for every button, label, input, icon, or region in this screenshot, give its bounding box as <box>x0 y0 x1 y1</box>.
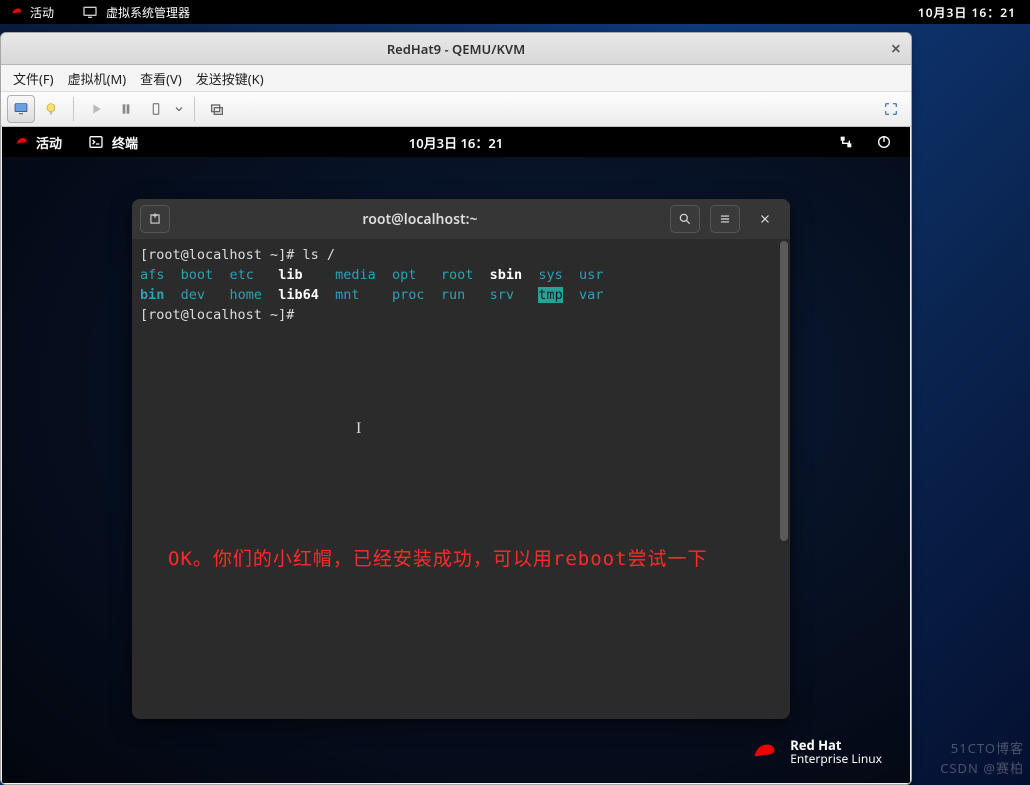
host-app-vmm[interactable]: 虚拟系统管理器 <box>82 4 190 21</box>
guest-time: 10月3日 16：21 <box>409 133 503 152</box>
menu-sendkeys[interactable]: 发送按键(K) <box>192 67 268 90</box>
watermark2: 51CTO博客 <box>951 738 1024 757</box>
lightbulb-icon <box>43 101 59 117</box>
host-topbar: 活动 虚拟系统管理器 10月3日 16：21 <box>0 0 1030 24</box>
shutdown-button[interactable] <box>142 95 170 123</box>
toolbar-separator-2 <box>194 97 195 121</box>
terminal-icon <box>88 134 104 150</box>
network-icon <box>838 134 854 150</box>
redhat-icon <box>10 5 24 19</box>
search-button[interactable] <box>670 205 700 233</box>
host-app-label: 虚拟系统管理器 <box>106 4 190 21</box>
guest-activities-label: 活动 <box>36 133 62 152</box>
vm-title: RedHat9 - QEMU/KVM <box>387 40 525 58</box>
vmm-icon <box>82 4 98 20</box>
play-icon <box>88 101 104 117</box>
run-button[interactable] <box>82 95 110 123</box>
fullscreen-icon <box>883 101 899 117</box>
chevron-down-icon <box>173 101 185 117</box>
watermark: CSDN @赛柏 <box>940 758 1024 777</box>
redhat-brand: Red Hat Enterprise Linux <box>750 737 882 767</box>
brand-line2: Enterprise Linux <box>790 752 882 766</box>
terminal-line-prompt1: [root@localhost ~]# ls / <box>140 245 782 265</box>
host-time: 10月3日 16：21 <box>904 4 1030 21</box>
terminal-ls-row1: afs boot etc lib media opt root sbin sys… <box>140 265 782 285</box>
search-icon <box>678 212 692 226</box>
guest-status-area[interactable] <box>838 134 910 150</box>
toolbar-separator <box>73 97 74 121</box>
snapshot-button[interactable] <box>203 95 231 123</box>
terminal-ls-row2: bin dev home lib64 mnt proc run srv tmp … <box>140 285 782 305</box>
vm-titlebar[interactable]: RedHat9 - QEMU/KVM × <box>1 33 911 65</box>
redhat-logo-icon <box>750 737 780 767</box>
guest-app-terminal[interactable]: 终端 <box>88 133 138 152</box>
device-icon <box>148 101 164 117</box>
vm-menubar: 文件(F) 虚拟机(M) 查看(V) 发送按键(K) <box>1 65 911 91</box>
redhat-icon <box>14 134 30 150</box>
snapshot-icon <box>209 101 225 117</box>
vm-close-button[interactable]: × <box>891 37 901 61</box>
annotation-text: OK。你们的小红帽，已经安装成功，可以用reboot尝试一下 <box>168 549 708 569</box>
terminal-window: root@localhost:~ [root@localhost ~]# ls … <box>132 199 790 719</box>
terminal-title: root@localhost:~ <box>170 210 670 229</box>
hamburger-icon <box>718 212 732 226</box>
terminal-line-prompt2: [root@localhost ~]# <box>140 305 782 325</box>
pause-button[interactable] <box>112 95 140 123</box>
newtab-icon <box>148 212 162 226</box>
host-activities[interactable]: 活动 <box>0 4 64 21</box>
menu-button[interactable] <box>710 205 740 233</box>
pause-icon <box>118 101 134 117</box>
vm-toolbar <box>1 91 911 127</box>
terminal-body[interactable]: [root@localhost ~]# ls / afs boot etc li… <box>132 239 790 719</box>
close-icon <box>758 212 772 226</box>
fullscreen-button[interactable] <box>877 95 905 123</box>
close-terminal-button[interactable] <box>750 205 780 233</box>
menu-view[interactable]: 查看(V) <box>136 67 186 90</box>
power-icon <box>876 134 892 150</box>
info-button[interactable] <box>37 95 65 123</box>
terminal-header[interactable]: root@localhost:~ <box>132 199 790 239</box>
scrollbar-thumb[interactable] <box>780 241 788 541</box>
terminal-scrollbar[interactable] <box>780 241 788 717</box>
host-activities-label: 活动 <box>30 4 54 21</box>
guest-topbar: 活动 终端 10月3日 16：21 <box>2 127 910 157</box>
new-tab-button[interactable] <box>140 205 170 233</box>
menu-file[interactable]: 文件(F) <box>9 67 58 90</box>
guest-activities[interactable]: 活动 <box>2 133 74 152</box>
menu-vm[interactable]: 虚拟机(M) <box>64 67 131 90</box>
text-cursor-icon: I <box>356 419 361 439</box>
shutdown-menu-button[interactable] <box>172 95 186 123</box>
guest-desktop[interactable]: 活动 终端 10月3日 16：21 root@localhost:~ <box>2 127 910 783</box>
guest-app-label: 终端 <box>112 133 138 152</box>
monitor-icon <box>13 101 29 117</box>
vm-window: RedHat9 - QEMU/KVM × 文件(F) 虚拟机(M) 查看(V) … <box>0 32 912 785</box>
console-button[interactable] <box>7 95 35 123</box>
